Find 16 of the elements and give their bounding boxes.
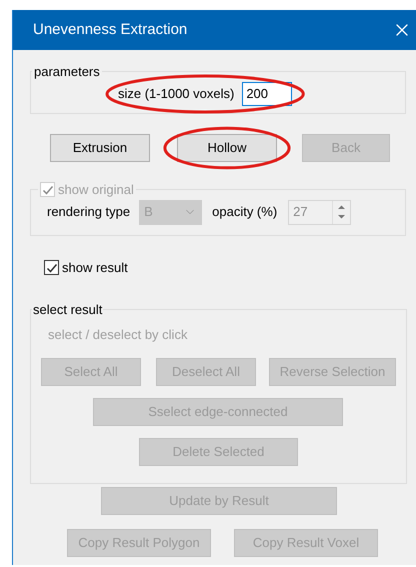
- checkbox[interactable]: [44, 260, 59, 276]
- rendering-type-label: rendering type: [47, 203, 130, 222]
- checkbox-label: show original: [58, 181, 134, 199]
- size-label: size (1-1000 voxels): [118, 84, 234, 103]
- action-button[interactable]: Extrusion: [50, 134, 150, 162]
- opacity-label: opacity (%): [212, 203, 278, 222]
- action-button[interactable]: Hollow: [177, 134, 277, 162]
- hint-text: select / deselect by click: [48, 326, 188, 344]
- group-legend: parameters: [32, 62, 102, 82]
- window-title: Unevenness Extraction: [33, 20, 188, 40]
- group-legend: select result: [32, 300, 104, 319]
- check-icon: [46, 262, 58, 274]
- check-icon: [42, 184, 54, 196]
- spin-arrows-icon: [338, 205, 346, 219]
- size-field[interactable]: 200: [242, 82, 292, 106]
- checkbox-label: show result: [62, 259, 128, 277]
